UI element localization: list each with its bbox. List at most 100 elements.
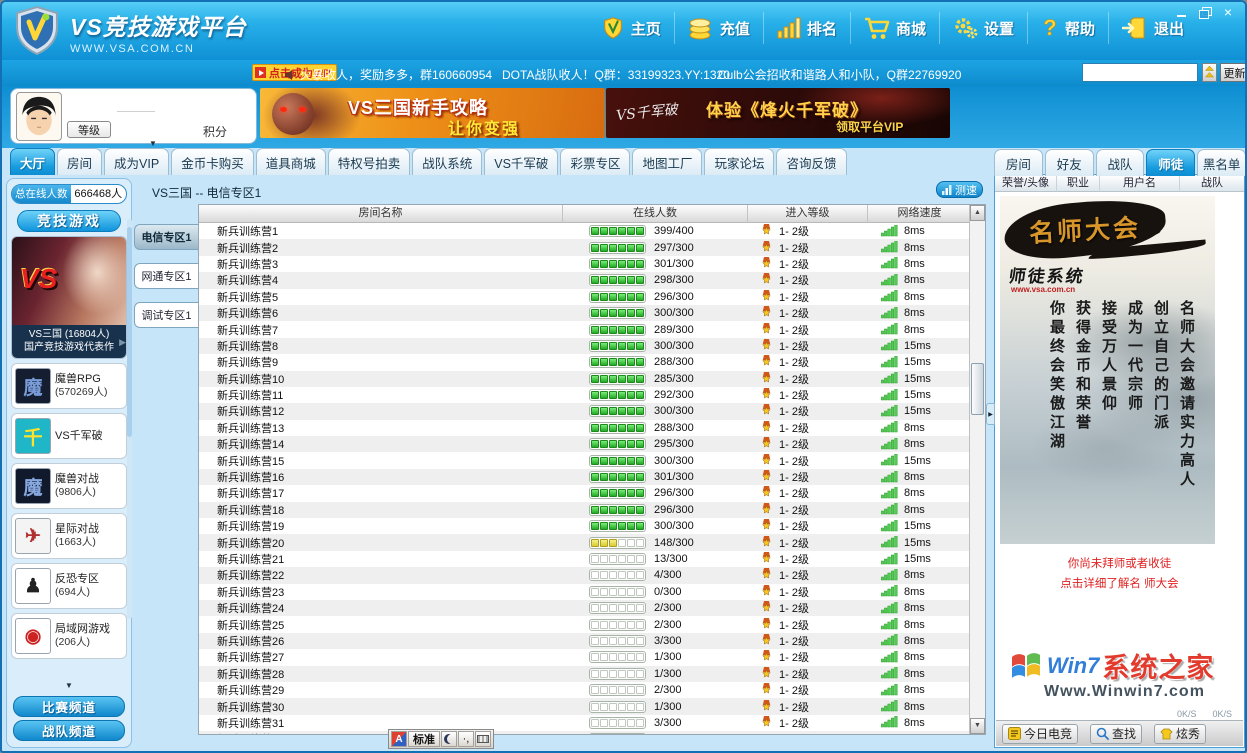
- table-row[interactable]: 新兵训练营9288/3001- 2级15ms: [199, 354, 971, 370]
- table-row[interactable]: 新兵训练营11292/3001- 2级15ms: [199, 387, 971, 403]
- tab-VS千军破[interactable]: VS千军破: [484, 148, 558, 175]
- table-row[interactable]: 新兵训练营301/3001- 2级8ms: [199, 698, 971, 714]
- right-tab-战队[interactable]: 战队: [1096, 149, 1145, 176]
- scroll-up-button[interactable]: ▲: [970, 205, 985, 221]
- ime-mode-button[interactable]: 标准: [408, 731, 440, 747]
- zone-tab-调试专区1[interactable]: 调试专区1: [134, 302, 198, 328]
- nav-ranking-button[interactable]: 排名: [763, 12, 850, 44]
- today-esports-button[interactable]: 今日电竞: [1002, 724, 1078, 744]
- table-row[interactable]: 新兵训练营19300/3001- 2级15ms: [199, 518, 971, 534]
- table-row[interactable]: 新兵训练营20148/3001- 2级15ms: [199, 534, 971, 550]
- update-button[interactable]: 更新: [1220, 63, 1247, 82]
- ime-fullwidth-button[interactable]: [441, 731, 457, 747]
- column-header-2[interactable]: 进入等级: [748, 205, 868, 223]
- table-row[interactable]: 新兵训练营2297/3001- 2级8ms: [199, 239, 971, 255]
- mentor-column-header-2[interactable]: 用户名: [1100, 175, 1180, 192]
- nav-home-button[interactable]: 主页: [588, 12, 674, 44]
- scrollbar-thumb[interactable]: [971, 363, 984, 415]
- ime-logo-icon[interactable]: A: [391, 731, 407, 747]
- tab-战队系统[interactable]: 战队系统: [412, 148, 482, 175]
- table-row[interactable]: 新兵训练营17296/3001- 2级8ms: [199, 485, 971, 501]
- table-row[interactable]: 新兵训练营292/3001- 2级8ms: [199, 682, 971, 698]
- right-tab-黑名单[interactable]: 黑名单: [1197, 149, 1246, 176]
- table-row[interactable]: 新兵训练营18296/3001- 2级8ms: [199, 502, 971, 518]
- column-header-3[interactable]: 网络速度: [868, 205, 971, 223]
- avatar[interactable]: [16, 92, 62, 141]
- table-row[interactable]: 新兵训练营7289/3001- 2级8ms: [199, 321, 971, 337]
- show-off-button[interactable]: 炫秀: [1154, 724, 1206, 744]
- nav-exit-button[interactable]: 退出: [1108, 12, 1197, 44]
- tab-彩票专区[interactable]: 彩票专区: [560, 148, 630, 175]
- panel-collapse-handle[interactable]: ▶: [986, 403, 995, 425]
- mentor-promo-image[interactable]: 名师大会 师徒系统 www.vsa.com.cn 名师大会邀请实力高人创立自己的…: [1000, 196, 1215, 544]
- expand-arrow-icon[interactable]: ▶: [119, 337, 126, 348]
- game-item-星际对战[interactable]: ✈星际对战(1663人): [11, 513, 127, 559]
- table-row[interactable]: 新兵训练营1399/4001- 2级8ms: [199, 223, 971, 239]
- table-row[interactable]: 新兵训练营16301/3001- 2级8ms: [199, 469, 971, 485]
- table-row[interactable]: 新兵训练营10285/3001- 2级15ms: [199, 371, 971, 387]
- table-row[interactable]: 新兵训练营263/3001- 2级8ms: [199, 633, 971, 649]
- table-row[interactable]: 新兵训练营313/3001- 2级8ms: [199, 715, 971, 731]
- search-go-button[interactable]: [1202, 63, 1217, 82]
- mentor-column-header-1[interactable]: 职业: [1057, 175, 1100, 192]
- table-row[interactable]: 新兵训练营242/3001- 2级8ms: [199, 600, 971, 616]
- scroll-down-arrow-icon[interactable]: ▼: [65, 681, 73, 690]
- table-row[interactable]: 新兵训练营252/3001- 2级8ms: [199, 616, 971, 632]
- tab-大厅[interactable]: 大厅: [10, 148, 55, 175]
- close-button[interactable]: ×: [1221, 7, 1235, 19]
- table-row[interactable]: 新兵训练营14295/3001- 2级8ms: [199, 436, 971, 452]
- table-row[interactable]: 新兵训练营12300/3001- 2级15ms: [199, 403, 971, 419]
- game-item-魔兽对战[interactable]: 魔魔兽对战(9806人): [11, 463, 127, 509]
- game-item-VS千军破[interactable]: 千VS千军破: [11, 413, 127, 459]
- game-item-局域网游戏[interactable]: ◉局域网游戏(206人): [11, 613, 127, 659]
- game-section-button[interactable]: 竞技游戏: [17, 210, 121, 232]
- restore-button[interactable]: [1198, 7, 1212, 19]
- table-row[interactable]: 新兵训练营281/3001- 2级8ms: [199, 666, 971, 682]
- tab-特权号拍卖[interactable]: 特权号拍卖: [328, 148, 411, 175]
- table-row[interactable]: 新兵训练营6300/3001- 2级8ms: [199, 305, 971, 321]
- table-row[interactable]: 新兵训练营15300/3001- 2级15ms: [199, 452, 971, 468]
- game-item-魔兽RPG[interactable]: 魔魔兽RPG(570269人): [11, 363, 127, 409]
- banner-qianjunpo-vip[interactable]: VS千军破 体验《烽火千军破》 领取平台VIP: [606, 88, 950, 138]
- table-row[interactable]: 新兵训练营8300/3001- 2级15ms: [199, 338, 971, 354]
- scroll-down-button[interactable]: ▼: [970, 718, 985, 734]
- nav-help-button[interactable]: ? 帮助: [1027, 12, 1108, 44]
- table-row[interactable]: 新兵训练营224/3001- 2级8ms: [199, 567, 971, 583]
- game-item-反恐专区[interactable]: ♟反恐专区(694人): [11, 563, 127, 609]
- column-header-0[interactable]: 房间名称: [199, 205, 563, 223]
- table-row[interactable]: 新兵训练营4298/3001- 2级8ms: [199, 272, 971, 288]
- right-tab-好友[interactable]: 好友: [1045, 149, 1094, 176]
- column-header-1[interactable]: 在线人数: [563, 205, 748, 223]
- nav-settings-button[interactable]: 设置: [939, 12, 1027, 44]
- table-row[interactable]: 新兵训练营271/3001- 2级8ms: [199, 649, 971, 665]
- mentor-column-header-0[interactable]: 荣誉/头像: [995, 175, 1057, 192]
- right-tab-房间[interactable]: 房间: [994, 149, 1043, 176]
- tab-房间[interactable]: 房间: [57, 148, 102, 175]
- team-channel-button[interactable]: 战队频道: [13, 720, 125, 741]
- table-scrollbar[interactable]: ▲ ▼: [969, 205, 985, 734]
- table-row[interactable]: 新兵训练营32: [199, 731, 971, 734]
- tab-玩家论坛[interactable]: 玩家论坛: [704, 148, 774, 175]
- tab-成为VIP[interactable]: 成为VIP: [104, 148, 169, 175]
- tab-咨询反馈[interactable]: 咨询反馈: [776, 148, 846, 175]
- ime-punctuation-button[interactable]: ·,: [458, 731, 474, 747]
- featured-game-card[interactable]: VS VS三国 (16804人) 国产竞技游戏代表作 ▶: [11, 236, 127, 359]
- match-channel-button[interactable]: 比赛频道: [13, 696, 125, 717]
- collapse-arrow-icon[interactable]: ▼: [149, 139, 157, 148]
- ime-softkeyboard-button[interactable]: [475, 731, 491, 747]
- mentor-column-header-3[interactable]: 战队: [1180, 175, 1244, 192]
- tab-地图工厂[interactable]: 地图工厂: [632, 148, 702, 175]
- banner-vs-sanguo-guide[interactable]: VS三国新手攻略 让你变强: [260, 88, 605, 138]
- tab-道具商城[interactable]: 道具商城: [256, 148, 326, 175]
- right-tab-师徒[interactable]: 师徒: [1146, 149, 1195, 176]
- nav-recharge-button[interactable]: 充值: [674, 12, 763, 44]
- table-row[interactable]: 新兵训练营3301/3001- 2级8ms: [199, 256, 971, 272]
- table-row[interactable]: 新兵训练营230/3001- 2级8ms: [199, 584, 971, 600]
- zone-tab-网通专区1[interactable]: 网通专区1: [134, 263, 198, 289]
- nav-mall-button[interactable]: 商城: [850, 12, 939, 44]
- table-row[interactable]: 新兵训练营2113/3001- 2级15ms: [199, 551, 971, 567]
- table-row[interactable]: 新兵训练营13288/3001- 2级8ms: [199, 420, 971, 436]
- speed-test-button[interactable]: 测速: [936, 181, 983, 198]
- sidebar-scrollbar[interactable]: [127, 219, 132, 619]
- mentor-detail-link[interactable]: 点击详细了解名 师大会: [995, 575, 1244, 591]
